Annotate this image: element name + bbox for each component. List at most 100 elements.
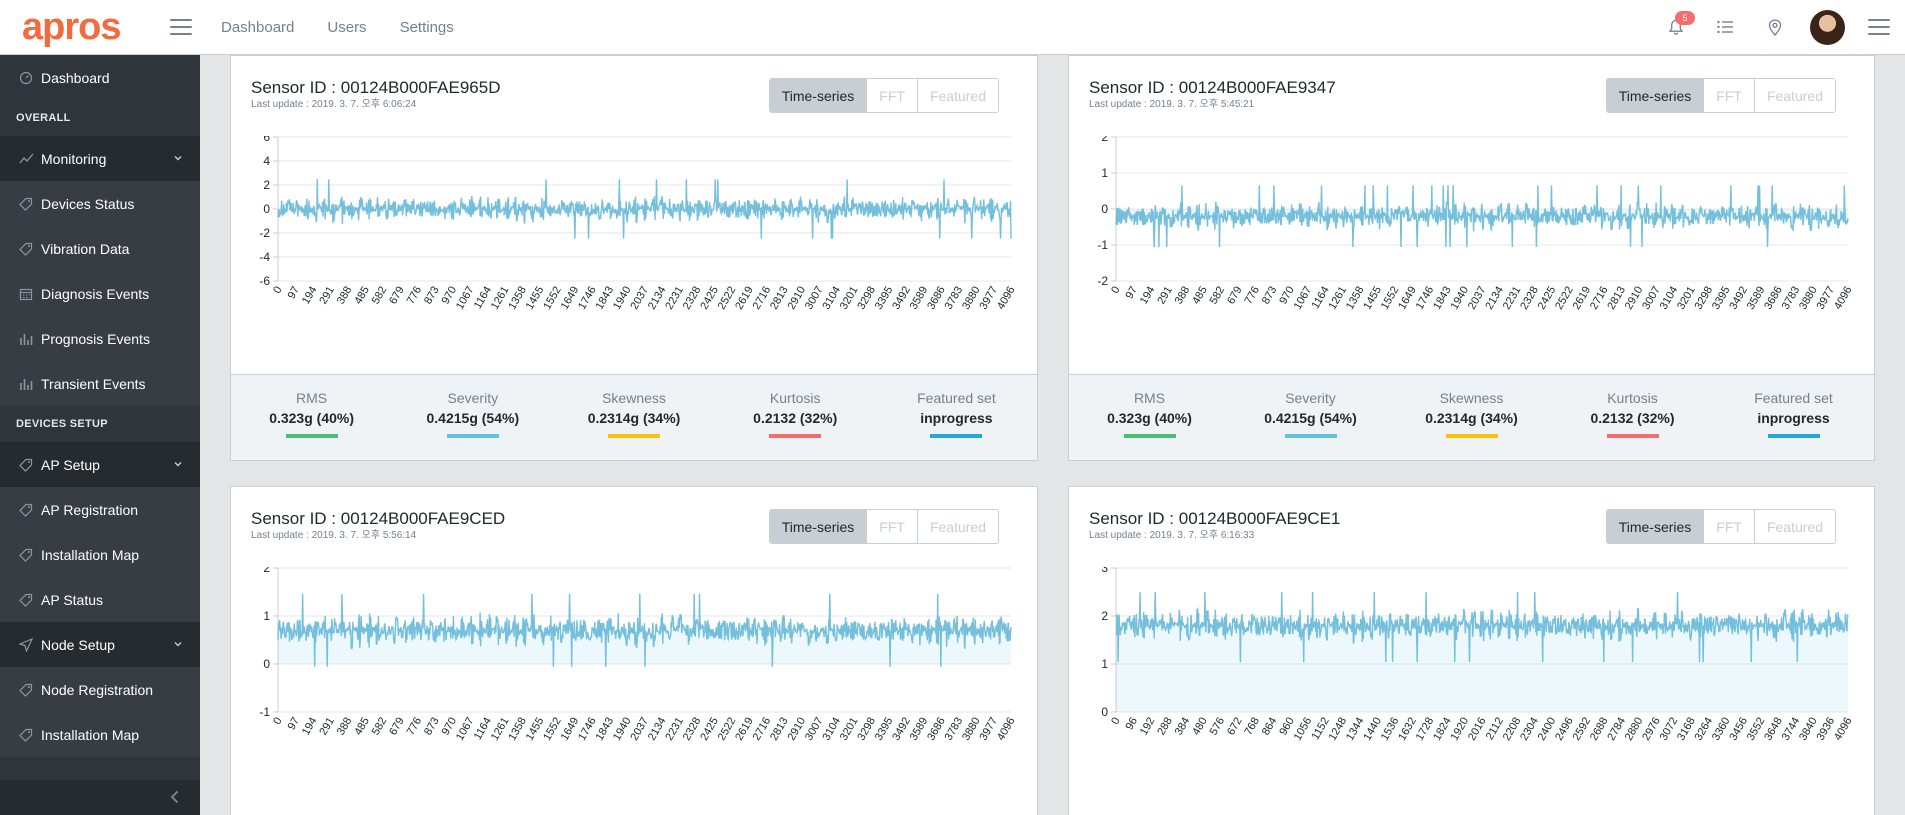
top-nav: Dashboard Users Settings [221, 0, 454, 55]
featured-button[interactable]: Featured [916, 79, 998, 112]
stat-label: Skewness [602, 390, 666, 406]
chart-mode-toggle: Time-series FFT Featured [768, 509, 999, 544]
sidebar-item-vibration-data[interactable]: Vibration Data [0, 226, 200, 271]
y-tick-label: 1 [1101, 166, 1108, 180]
time-series-chart: -6-4-202460 97194291388485582679776873970… [259, 136, 1017, 312]
time-series-button[interactable]: Time-series [769, 79, 867, 112]
stat-progress-bar [1123, 434, 1176, 438]
series-line [277, 179, 1012, 239]
x-tick-label: 291 [317, 716, 337, 738]
sidebar-item-installation-map[interactable]: Installation Map [0, 532, 200, 577]
chart-mode-toggle: Time-series FFT Featured [1605, 78, 1836, 113]
stat-rms: RMS 0.323g (40%) [1069, 375, 1230, 460]
last-update-text: Last update : 2019. 3. 7. 오후 5:45:21 [1089, 99, 1255, 110]
x-tick-label: 873 [422, 285, 442, 307]
notification-badge: 5 [1675, 11, 1695, 25]
sidebar-item-label: Devices Status [41, 195, 135, 212]
y-tick-label: 2 [263, 567, 270, 575]
y-tick-label: 1 [1101, 657, 1108, 671]
x-tick-label: 776 [1242, 285, 1262, 307]
x-tick-label: 873 [422, 716, 442, 738]
sidebar-item-node-registration[interactable]: Node Registration [0, 667, 200, 712]
x-tick-label: 480 [1190, 716, 1210, 738]
x-tick-label: 97 [286, 716, 303, 733]
x-tick-label: 679 [1225, 285, 1245, 307]
stat-progress-bar [446, 434, 499, 438]
stat-skewness: Skewness 0.2314g (34%) [553, 375, 714, 460]
stat-rms: RMS 0.323g (40%) [231, 375, 392, 460]
sidebar-item-label: Dashboard [41, 69, 110, 86]
x-tick-label: 485 [352, 716, 372, 738]
sidebar-item-node-setup[interactable]: Node Setup [0, 622, 200, 667]
x-tick-label: 288 [1155, 716, 1175, 738]
time-series-button[interactable]: Time-series [1606, 79, 1704, 112]
time-series-button[interactable]: Time-series [769, 510, 867, 543]
bar-chart-icon [18, 331, 34, 347]
sidebar-collapse-icon[interactable] [168, 790, 182, 804]
stat-value: 0.4215g (54%) [1264, 410, 1357, 426]
chevron-down-icon[interactable] [172, 152, 184, 164]
fft-button[interactable]: FFT [1703, 79, 1754, 112]
sidebar-section-title: DEVICES SETUP [16, 418, 108, 430]
sidebar-item-ap-status[interactable]: AP Status [0, 577, 200, 622]
nav-dashboard[interactable]: Dashboard [221, 19, 294, 36]
sidebar-item-devices-status[interactable]: Devices Status [0, 181, 200, 226]
x-tick-label: 388 [335, 716, 355, 738]
y-tick-label: 6 [263, 136, 270, 144]
time-series-button[interactable]: Time-series [1606, 510, 1704, 543]
sidebar-item-transient-events[interactable]: Transient Events [0, 361, 200, 406]
chevron-down-icon[interactable] [172, 638, 184, 650]
time-series-chart: -10120 9719429138848558267977687397010671… [259, 567, 1017, 743]
fft-button[interactable]: FFT [866, 510, 917, 543]
stat-kurtosis: Kurtosis 0.2132 (32%) [1552, 375, 1713, 460]
list-icon[interactable] [1715, 17, 1735, 37]
x-tick-label: 873 [1260, 285, 1280, 307]
series-line [1115, 185, 1849, 248]
featured-button[interactable]: Featured [1753, 79, 1835, 112]
sidebar-item-installation-map[interactable]: Installation Map [0, 712, 200, 757]
sidebar-item-monitoring[interactable]: Monitoring [0, 136, 200, 181]
last-update-text: Last update : 2019. 3. 7. 오후 6:06:24 [251, 99, 417, 110]
fft-button[interactable]: FFT [866, 79, 917, 112]
bell-icon[interactable]: 5 [1666, 11, 1695, 37]
logo-text: apros [22, 6, 121, 48]
y-tick-label: 1 [263, 609, 270, 623]
calendar-icon [18, 286, 34, 302]
sidebar-item-prognosis-events[interactable]: Prognosis Events [0, 316, 200, 361]
location-pin-icon[interactable] [1765, 17, 1785, 37]
y-tick-label: -4 [259, 250, 270, 264]
nav-users[interactable]: Users [327, 19, 366, 36]
featured-button[interactable]: Featured [1753, 510, 1835, 543]
stat-label: Kurtosis [1607, 390, 1658, 406]
stat-severity: Severity 0.4215g (54%) [1230, 375, 1391, 460]
sensor-title: Sensor ID : 00124B000FAE9347 [1089, 78, 1336, 97]
stat-label: Featured set [1754, 390, 1833, 406]
stat-value: inprogress [920, 410, 993, 426]
fft-button[interactable]: FFT [1703, 510, 1754, 543]
sidebar-item-label: AP Registration [41, 501, 139, 518]
x-tick-label: 2016 [1466, 716, 1489, 743]
x-tick-label: 768 [1242, 716, 1262, 738]
x-tick-label: 485 [352, 285, 372, 307]
sidebar-footer [0, 780, 200, 815]
sidebar-toggle-icon[interactable] [170, 19, 192, 35]
stat-skewness: Skewness 0.2314g (34%) [1391, 375, 1552, 460]
y-tick-label: -2 [259, 226, 270, 240]
chart-line-icon [18, 151, 34, 167]
aside-menu-toggle-icon[interactable] [1868, 19, 1890, 35]
tag-icon [18, 241, 34, 257]
last-update-text: Last update : 2019. 3. 7. 오후 6:16:33 [1089, 530, 1255, 541]
x-tick-label: 194 [300, 716, 320, 738]
sidebar-item-ap-setup[interactable]: AP Setup [0, 442, 200, 487]
nav-settings[interactable]: Settings [400, 19, 454, 36]
x-tick-label: 291 [317, 285, 337, 307]
sidebar-item-dashboard[interactable]: Dashboard [0, 55, 200, 100]
user-avatar[interactable] [1810, 10, 1845, 45]
chevron-down-icon[interactable] [172, 458, 184, 470]
featured-button[interactable]: Featured [916, 510, 998, 543]
x-tick-label: 384 [1173, 716, 1193, 738]
sidebar-item-label: Installation Map [41, 726, 140, 743]
sidebar-item-diagnosis-events[interactable]: Diagnosis Events [0, 271, 200, 316]
stat-value: 0.2132 (32%) [753, 410, 838, 426]
sidebar-item-ap-registration[interactable]: AP Registration [0, 487, 200, 532]
